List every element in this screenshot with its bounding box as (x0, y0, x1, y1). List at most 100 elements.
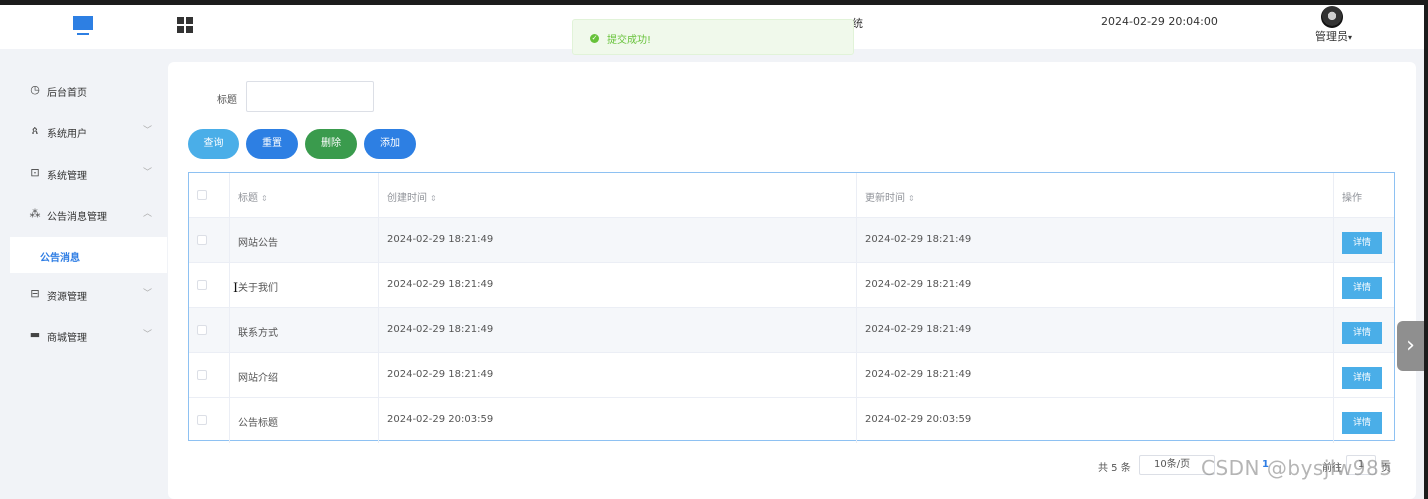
sort-icon[interactable]: ⇕ (430, 194, 437, 203)
sidebar-item-mall-management[interactable]: ▬ 商城管理 ﹀ (0, 316, 167, 356)
sidebar-item-system-users[interactable]: ጰ 系统用户 ﹀ (0, 112, 167, 152)
detail-button[interactable]: 详情 (1342, 322, 1382, 344)
row-title: 联系方式 (238, 328, 278, 339)
sidebar-item-label: 公告消息管理 (47, 212, 107, 223)
chevron-down-icon: ▾ (1348, 33, 1353, 42)
row-select-cell (189, 263, 230, 307)
row-updated: 2024-02-29 18:21:49 (865, 279, 972, 290)
row-select-cell (189, 218, 230, 262)
row-title: 公告标题 (238, 418, 278, 429)
table-row[interactable]: 联系方式 2024-02-29 18:21:49 2024-02-29 18:2… (189, 308, 1394, 353)
sidebar-item-label: 系统管理 (47, 171, 87, 182)
header-ops: 操作 (1334, 173, 1394, 217)
resource-icon: ⊟ (30, 287, 40, 300)
row-title-cell: 关于我们 (230, 263, 379, 307)
admin-dropdown[interactable]: 管理员▾ (1315, 28, 1352, 44)
window-right-edge (1424, 0, 1428, 499)
pager-total: 共 5 条 (1098, 463, 1131, 474)
sidebar-item-label: 商城管理 (47, 333, 87, 344)
add-button[interactable]: 添加 (364, 129, 416, 159)
header-updated[interactable]: 更新时间 ⇕ (857, 173, 1334, 217)
row-created-cell: 2024-02-29 18:21:49 (379, 218, 857, 262)
row-select-cell (189, 353, 230, 397)
row-select-cell (189, 398, 230, 443)
table-row[interactable]: 关于我们 2024-02-29 18:21:49 2024-02-29 18:2… (189, 263, 1394, 308)
header-created[interactable]: 创建时间 ⇕ (379, 173, 857, 217)
grid-menu-icon[interactable] (177, 17, 193, 33)
row-checkbox[interactable] (197, 325, 207, 335)
row-ops-cell: 详情 (1334, 263, 1394, 307)
row-checkbox[interactable] (197, 235, 207, 245)
reset-button[interactable]: 重置 (246, 129, 298, 159)
search-title-input[interactable] (246, 81, 374, 112)
sidebar: ◷ 后台首页 ጰ 系统用户 ﹀ ⊡ 系统管理 ﹀ ⁂ 公告消息管理 ︿ 公告消息… (0, 49, 167, 499)
row-updated: 2024-02-29 18:21:49 (865, 324, 972, 335)
sidebar-item-announcement-management[interactable]: ⁂ 公告消息管理 ︿ (0, 195, 167, 235)
row-created-cell: 2024-02-29 18:21:49 (379, 353, 857, 397)
table-row[interactable]: 公告标题 2024-02-29 20:03:59 2024-02-29 20:0… (189, 398, 1394, 443)
header-created-label: 创建时间 (387, 193, 427, 204)
row-updated-cell: 2024-02-29 18:21:49 (857, 353, 1334, 397)
select-all-checkbox[interactable] (197, 190, 207, 200)
row-updated-cell: 2024-02-29 20:03:59 (857, 398, 1334, 443)
row-ops-cell: 详情 (1334, 398, 1394, 443)
detail-button[interactable]: 详情 (1342, 412, 1382, 434)
row-created: 2024-02-29 20:03:59 (387, 414, 494, 425)
table-row[interactable]: 网站公告 2024-02-29 18:21:49 2024-02-29 18:2… (189, 218, 1394, 263)
table-header-row: 标题 ⇕ 创建时间 ⇕ 更新时间 ⇕ 操作 (189, 173, 1394, 218)
row-checkbox[interactable] (197, 280, 207, 290)
row-ops-cell: 详情 (1334, 308, 1394, 352)
table-row[interactable]: 网站介绍 2024-02-29 18:21:49 2024-02-29 18:2… (189, 353, 1394, 398)
row-ops-cell: 详情 (1334, 218, 1394, 262)
chevron-down-icon: ﹀ (143, 168, 153, 178)
chevron-down-icon: ﹀ (143, 330, 153, 340)
text-cursor-icon: I (233, 281, 239, 296)
row-checkbox[interactable] (197, 370, 207, 380)
row-updated-cell: 2024-02-29 18:21:49 (857, 263, 1334, 307)
row-created-cell: 2024-02-29 18:21:49 (379, 263, 857, 307)
folder-icon: ⊡ (30, 166, 40, 179)
sidebar-item-system-management[interactable]: ⊡ 系统管理 ﹀ (0, 154, 167, 194)
row-title: 网站介绍 (238, 373, 278, 384)
detail-button[interactable]: 详情 (1342, 367, 1382, 389)
chevron-down-icon: ﹀ (143, 289, 153, 299)
avatar[interactable] (1321, 6, 1343, 28)
watermark: CSDN @bysjlw985 (1201, 456, 1393, 480)
monitor-icon: ▬ (29, 328, 41, 341)
sidebar-subitem-announcements[interactable]: 公告消息 (10, 237, 167, 273)
header-ops-label: 操作 (1342, 193, 1362, 204)
delete-button[interactable]: 删除 (305, 129, 357, 159)
sort-icon[interactable]: ⇕ (261, 194, 268, 203)
header-title-label: 标题 (238, 193, 258, 204)
row-ops-cell: 详情 (1334, 353, 1394, 397)
clock-icon: ◷ (30, 83, 40, 96)
row-updated: 2024-02-29 18:21:49 (865, 234, 972, 245)
row-checkbox[interactable] (197, 415, 207, 425)
monitor-logo-icon[interactable] (72, 15, 94, 37)
sidebar-subitem-label: 公告消息 (40, 253, 80, 264)
row-created-cell: 2024-02-29 20:03:59 (379, 398, 857, 443)
sidebar-item-label: 后台首页 (47, 88, 87, 99)
chevron-right-icon[interactable]: › (1397, 321, 1424, 371)
row-updated-cell: 2024-02-29 18:21:49 (857, 308, 1334, 352)
sidebar-item-dashboard[interactable]: ◷ 后台首页 (0, 71, 167, 111)
row-created: 2024-02-29 18:21:49 (387, 369, 494, 380)
query-button[interactable]: 查询 (188, 129, 239, 159)
detail-button[interactable]: 详情 (1342, 232, 1382, 254)
sidebar-item-resource-management[interactable]: ⊟ 资源管理 ﹀ (0, 275, 167, 315)
user-icon: ጰ (31, 124, 39, 137)
search-title-label: 标题 (217, 95, 237, 106)
row-updated-cell: 2024-02-29 18:21:49 (857, 218, 1334, 262)
sort-icon[interactable]: ⇕ (908, 194, 915, 203)
row-title-cell: 联系方式 (230, 308, 379, 352)
header-title[interactable]: 标题 ⇕ (230, 173, 379, 217)
row-updated: 2024-02-29 20:03:59 (865, 414, 972, 425)
check-circle-icon: ✓ (590, 34, 599, 43)
header-updated-label: 更新时间 (865, 193, 905, 204)
row-title-cell: 公告标题 (230, 398, 379, 443)
detail-button[interactable]: 详情 (1342, 277, 1382, 299)
announcements-table: 标题 ⇕ 创建时间 ⇕ 更新时间 ⇕ 操作 网站公告 2024-02-29 18:21… (188, 172, 1395, 443)
row-created: 2024-02-29 18:21:49 (387, 279, 494, 290)
current-datetime: 2024-02-29 20:04:00 (1101, 15, 1218, 28)
row-created: 2024-02-29 18:21:49 (387, 234, 494, 245)
